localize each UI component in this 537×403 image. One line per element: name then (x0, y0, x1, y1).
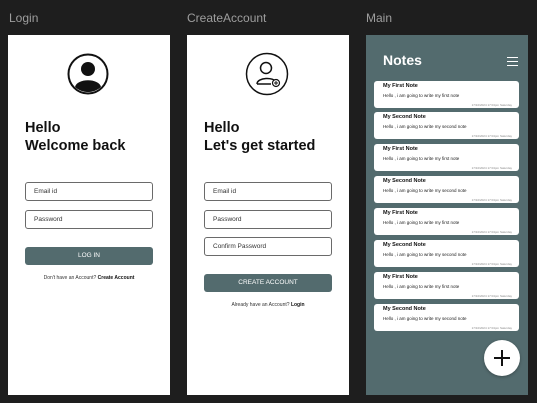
login-heading-line1: Hello (25, 120, 61, 136)
create-password-field[interactable]: Password (204, 210, 332, 229)
login-heading: Hello Welcome back (25, 119, 125, 155)
note-title: My Second Note (383, 178, 426, 184)
login-screen: Hello Welcome back Email id Password LOG… (8, 35, 170, 395)
create-account-button[interactable]: CREATE ACCOUNT (204, 274, 332, 292)
note-body: Hello , i am going to write my first not… (383, 284, 460, 289)
note-card[interactable]: My Second Note Hello , i am going to writ… (374, 240, 519, 267)
create-footer: Already have an Account? Login (187, 302, 349, 308)
note-title: My First Note (383, 210, 418, 216)
create-account-frame-label: CreateAccount (187, 11, 267, 25)
create-heading: Hello Let's get started (204, 119, 315, 155)
create-email-field[interactable]: Email id (204, 182, 332, 201)
note-body: Hello , i am going to write my second no… (383, 252, 467, 257)
confirm-password-field[interactable]: Confirm Password (204, 237, 332, 256)
create-account-screen: Hello Let's get started Email id Passwor… (187, 35, 349, 395)
note-timestamp: 17/10/2024 17:04pm Saturday (471, 166, 512, 170)
note-timestamp: 17/10/2024 17:04pm Saturday (471, 326, 512, 330)
note-card[interactable]: My First Note Hello , i am going to write… (374, 208, 519, 235)
note-body: Hello , i am going to write my first not… (383, 93, 460, 98)
note-body: Hello , i am going to write my first not… (383, 156, 460, 161)
notes-main-screen: Notes My First Note Hello , i am going to… (366, 35, 528, 395)
note-card[interactable]: My First Note Hello , i am going to write… (374, 81, 519, 108)
note-timestamp: 17/10/2024 17:04pm Saturday (471, 198, 512, 202)
note-title: My First Note (383, 146, 418, 152)
note-card[interactable]: My First Note Hello , i am going to write… (374, 272, 519, 299)
note-timestamp: 17/10/2024 17:04pm Saturday (471, 103, 512, 107)
create-footer-text: Already have an Account? (231, 302, 291, 308)
note-timestamp: 17/10/2024 17:04pm Saturday (471, 134, 512, 138)
add-note-button[interactable] (484, 340, 520, 376)
note-body: Hello , i am going to write my first not… (383, 220, 460, 225)
hamburger-menu-icon[interactable] (507, 57, 518, 66)
plus-icon-vertical (501, 350, 503, 366)
login-link[interactable]: Login (291, 302, 305, 308)
login-footer-text: Don't have an Account? (43, 275, 98, 281)
login-email-field[interactable]: Email id (25, 182, 153, 201)
login-password-field[interactable]: Password (25, 210, 153, 229)
note-card[interactable]: My First Note Hello , i am going to write… (374, 144, 519, 171)
note-timestamp: 17/10/2024 17:04pm Saturday (471, 294, 512, 298)
note-title: My Second Note (383, 114, 426, 120)
note-title: My Second Note (383, 306, 426, 312)
create-heading-line1: Hello (204, 120, 240, 136)
note-title: My Second Note (383, 242, 426, 248)
note-body: Hello , i am going to write my second no… (383, 188, 467, 193)
note-timestamp: 17/10/2024 17:04pm Saturday (471, 262, 512, 266)
note-body: Hello , i am going to write my second no… (383, 124, 467, 129)
login-frame-label: Login (9, 11, 39, 25)
login-heading-line2: Welcome back (25, 138, 126, 154)
note-title: My First Note (383, 83, 418, 89)
add-user-icon (245, 52, 289, 96)
note-card[interactable]: My Second Note Hello , i am going to writ… (374, 176, 519, 203)
create-heading-line2: Let's get started (204, 138, 316, 154)
login-button[interactable]: LOG IN (25, 247, 153, 265)
note-card[interactable]: My Second Note Hello , i am going to writ… (374, 304, 519, 331)
notes-title: Notes (383, 52, 422, 68)
note-title: My First Note (383, 274, 418, 280)
note-body: Hello , i am going to write my second no… (383, 316, 467, 321)
note-timestamp: 17/10/2024 17:04pm Saturday (471, 230, 512, 234)
create-account-link[interactable]: Create Account (98, 275, 135, 281)
main-frame-label: Main (366, 11, 393, 25)
note-card[interactable]: My Second Note Hello , i am going to writ… (374, 112, 519, 139)
login-footer: Don't have an Account? Create Account (8, 275, 170, 281)
user-avatar-icon (67, 53, 109, 95)
